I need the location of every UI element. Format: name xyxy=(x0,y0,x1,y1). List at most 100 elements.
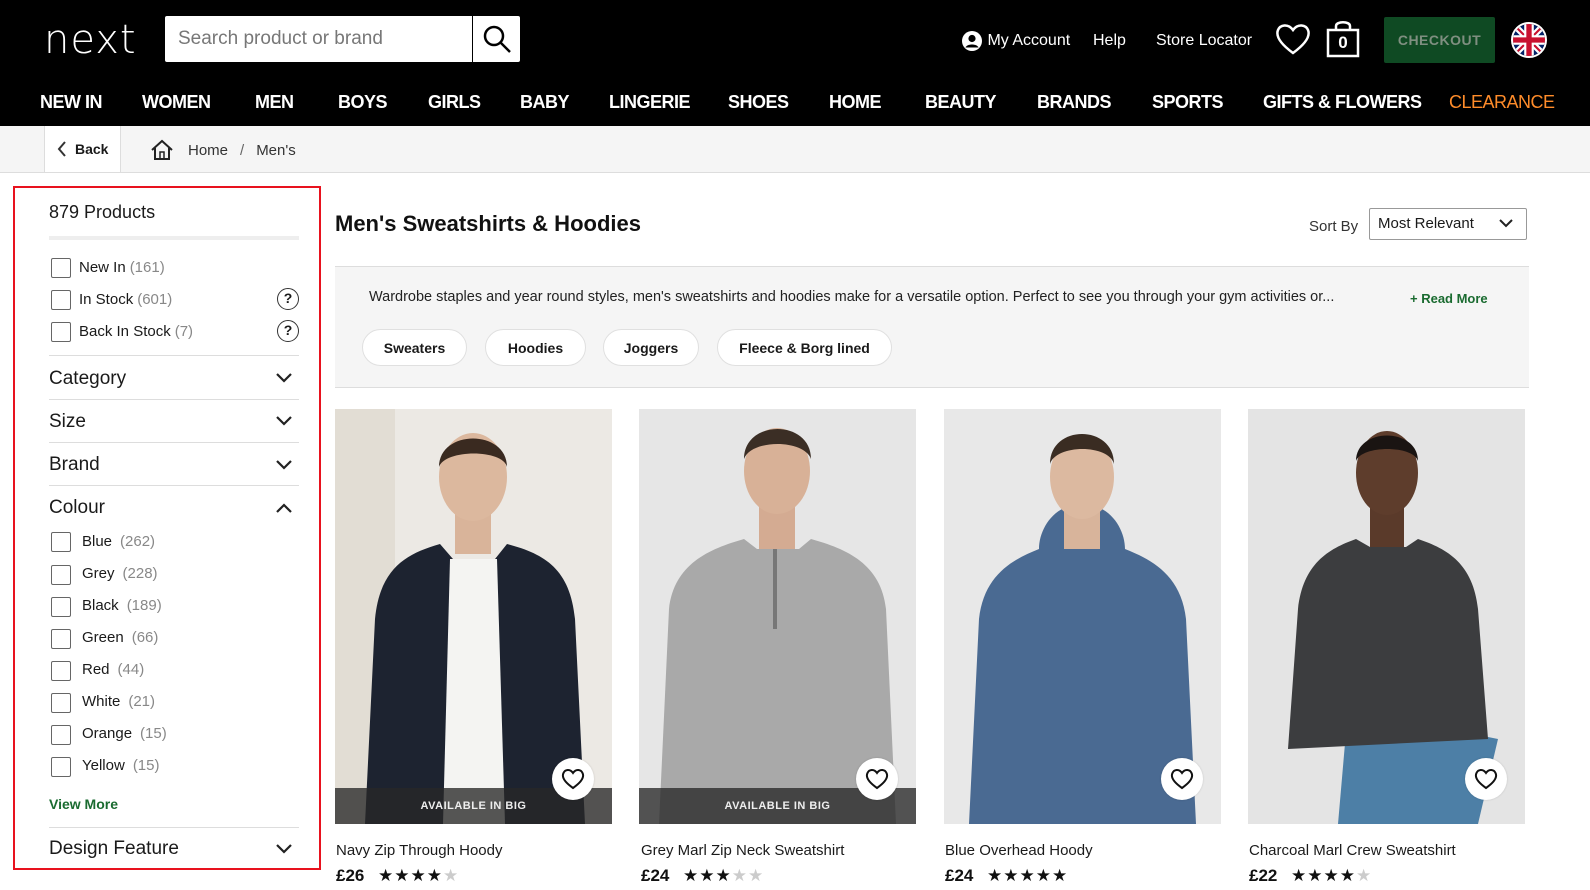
nav-baby[interactable]: BABY xyxy=(520,92,570,113)
product-card[interactable] xyxy=(944,409,1221,824)
divider xyxy=(49,355,299,356)
pill-sweaters[interactable]: Sweaters xyxy=(362,329,467,366)
heart-icon xyxy=(1170,769,1194,790)
product-price: £22 xyxy=(1249,866,1278,885)
nav-lingerie[interactable]: LINGERIE xyxy=(609,92,691,113)
colour-label-grey[interactable]: Grey (228) xyxy=(82,565,158,582)
nav-gifts-flowers[interactable]: GIFTS & FLOWERS xyxy=(1263,92,1422,113)
colour-label-blue[interactable]: Blue (262) xyxy=(82,533,155,550)
star-icon: ★ xyxy=(1356,866,1373,885)
product-name[interactable]: Grey Marl Zip Neck Sweatshirt xyxy=(641,842,844,859)
nav-sports[interactable]: SPORTS xyxy=(1152,92,1224,113)
read-more-link[interactable]: + Read More xyxy=(1410,291,1488,306)
filter-section-brand[interactable]: Brand xyxy=(49,454,100,476)
product-card[interactable] xyxy=(1248,409,1525,824)
favourites-icon[interactable] xyxy=(1275,22,1311,56)
chevron-down-icon[interactable] xyxy=(275,843,293,855)
colour-checkbox-white[interactable] xyxy=(51,693,71,713)
chevron-down-icon[interactable] xyxy=(275,372,293,384)
colour-checkbox-green[interactable] xyxy=(51,629,71,649)
nav-women[interactable]: WOMEN xyxy=(142,92,211,113)
filter-label-in-stock[interactable]: In Stock (601) xyxy=(79,291,172,308)
colour-checkbox-yellow[interactable] xyxy=(51,757,71,777)
product-price: £26 xyxy=(336,866,365,885)
pill-fleece-borg-lined[interactable]: Fleece & Borg lined xyxy=(717,329,892,366)
colour-checkbox-orange[interactable] xyxy=(51,725,71,745)
search-box xyxy=(165,16,520,62)
help-link[interactable]: Help xyxy=(1093,30,1126,52)
colour-label-white[interactable]: White (21) xyxy=(82,693,155,710)
filter-checkbox-in-stock[interactable] xyxy=(51,290,71,310)
colour-checkbox-grey[interactable] xyxy=(51,565,71,585)
filter-section-colour[interactable]: Colour xyxy=(49,497,105,519)
star-icon: ★ xyxy=(378,866,395,885)
view-more-link[interactable]: View More xyxy=(49,796,118,812)
help-icon[interactable]: ? xyxy=(277,288,299,310)
nav-clearance[interactable]: CLEARANCE xyxy=(1449,92,1555,113)
colour-label-orange[interactable]: Orange (15) xyxy=(82,725,167,742)
breadcrumb-separator: / xyxy=(240,141,245,159)
colour-label-yellow[interactable]: Yellow (15) xyxy=(82,757,160,774)
product-name[interactable]: Blue Overhead Hoody xyxy=(945,842,1093,859)
star-icon: ★ xyxy=(683,866,700,885)
chevron-down-icon[interactable] xyxy=(275,415,293,427)
nav-new-in[interactable]: NEW IN xyxy=(40,92,103,113)
filter-label-back-in-stock[interactable]: Back In Stock (7) xyxy=(79,323,193,340)
product-card[interactable]: AVAILABLE IN BIG xyxy=(335,409,612,824)
my-account-link[interactable]: My Account xyxy=(961,30,1070,52)
colour-checkbox-red[interactable] xyxy=(51,661,71,681)
chevron-up-icon[interactable] xyxy=(275,502,293,514)
filter-checkbox-back-in-stock[interactable] xyxy=(51,322,71,342)
chevron-left-icon xyxy=(57,141,66,157)
help-icon[interactable]: ? xyxy=(277,320,299,342)
nav-home[interactable]: HOME xyxy=(829,92,882,113)
colour-checkbox-black[interactable] xyxy=(51,597,71,617)
my-account-label: My Account xyxy=(987,32,1071,50)
colour-label-green[interactable]: Green (66) xyxy=(82,629,158,646)
search-input[interactable] xyxy=(165,16,471,62)
divider xyxy=(49,236,299,240)
colour-checkbox-blue[interactable] xyxy=(51,532,71,552)
home-icon[interactable] xyxy=(150,139,174,161)
checkout-button[interactable]: CHECKOUT xyxy=(1384,17,1495,63)
search-icon xyxy=(483,25,511,53)
star-rating: ★★★★★ xyxy=(378,866,459,886)
star-icon: ★ xyxy=(426,866,443,885)
nav-men[interactable]: MEN xyxy=(255,92,294,113)
star-icon: ★ xyxy=(1019,866,1036,885)
nav-beauty[interactable]: BEAUTY xyxy=(925,92,997,113)
wishlist-button[interactable] xyxy=(552,758,594,800)
filter-section-category[interactable]: Category xyxy=(49,368,126,390)
bag-button[interactable]: 0 xyxy=(1325,20,1361,58)
pill-joggers[interactable]: Joggers xyxy=(603,329,699,366)
wishlist-button[interactable] xyxy=(856,758,898,800)
pill-hoodies[interactable]: Hoodies xyxy=(485,329,586,366)
back-button[interactable]: Back xyxy=(44,126,121,172)
page-title: Men's Sweatshirts & Hoodies xyxy=(335,211,641,236)
filter-section-size[interactable]: Size xyxy=(49,411,86,433)
star-icon: ★ xyxy=(1291,866,1308,885)
search-button[interactable] xyxy=(472,16,520,62)
sort-select[interactable]: Most Relevant xyxy=(1369,208,1527,240)
nav-girls[interactable]: GIRLS xyxy=(428,92,481,113)
store-locator-link[interactable]: Store Locator xyxy=(1156,30,1252,52)
nav-brands[interactable]: BRANDS xyxy=(1037,92,1112,113)
product-card[interactable]: AVAILABLE IN BIG xyxy=(639,409,916,824)
wishlist-button[interactable] xyxy=(1465,758,1507,800)
colour-label-black[interactable]: Black (189) xyxy=(82,597,162,614)
colour-label-red[interactable]: Red (44) xyxy=(82,661,144,678)
site-logo[interactable]: next xyxy=(44,18,137,62)
filter-checkbox-new-in[interactable] xyxy=(51,258,71,278)
nav-boys[interactable]: BOYS xyxy=(338,92,388,113)
nav-shoes[interactable]: SHOES xyxy=(728,92,789,113)
star-icon: ★ xyxy=(731,866,748,885)
product-name[interactable]: Navy Zip Through Hoody xyxy=(336,842,502,859)
uk-flag-icon[interactable] xyxy=(1511,22,1547,58)
filter-label-new-in[interactable]: New In (161) xyxy=(79,259,165,276)
breadcrumb-home[interactable]: Home xyxy=(188,142,228,159)
breadcrumb: Home / Men's xyxy=(150,139,296,161)
chevron-down-icon[interactable] xyxy=(275,459,293,471)
product-name[interactable]: Charcoal Marl Crew Sweatshirt xyxy=(1249,842,1456,859)
wishlist-button[interactable] xyxy=(1161,758,1203,800)
filter-section-design-feature[interactable]: Design Feature xyxy=(49,838,179,860)
